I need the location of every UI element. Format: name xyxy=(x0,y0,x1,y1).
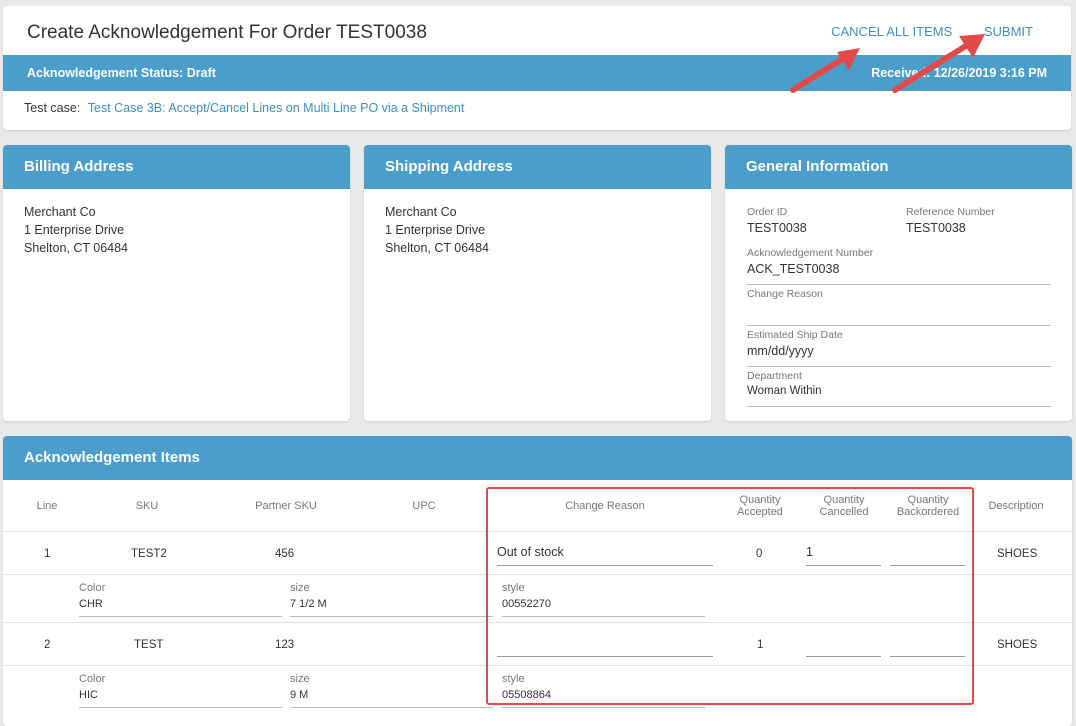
annotation-highlight-box xyxy=(486,487,974,705)
estimated-ship-date-label: Estimated Ship Date xyxy=(747,329,843,341)
reference-number-label: Reference Number xyxy=(906,206,995,218)
column-header-line: Line xyxy=(36,500,58,512)
page-title: Create Acknowledgement For Order TEST003… xyxy=(27,22,427,43)
order-id-label: Order ID xyxy=(747,206,788,218)
shipping-line: Shelton, CT 06484 xyxy=(385,241,490,255)
test-case-row: Test case: Test Case 3B: Accept/Cancel L… xyxy=(24,101,464,115)
estimated-ship-date-field[interactable]: Estimated Ship Date mm/dd/yyyy xyxy=(747,329,1051,367)
row1-sku: TEST2 xyxy=(131,548,167,560)
shipping-line: Merchant Co xyxy=(385,205,457,219)
billing-address-title: Billing Address xyxy=(3,145,350,189)
change-reason-field[interactable]: Change Reason xyxy=(747,288,1051,326)
column-header-partner-sku: Partner SKU xyxy=(255,500,317,512)
acknowledgement-status: Acknowledgement Status: Draft xyxy=(27,66,216,80)
row1-color-label: Color xyxy=(79,582,106,594)
row2-size-value[interactable]: 9 M xyxy=(290,689,493,708)
shipping-line: 1 Enterprise Drive xyxy=(385,223,486,237)
billing-address: Merchant Co 1 Enterprise Drive Shelton, … xyxy=(3,189,350,271)
billing-line: 1 Enterprise Drive xyxy=(24,223,125,237)
row2-size-label: size xyxy=(290,673,310,685)
change-reason-label: Change Reason xyxy=(747,288,823,300)
row2-partner-sku: 123 xyxy=(275,639,295,651)
test-case-link[interactable]: Test Case 3B: Accept/Cancel Lines on Mul… xyxy=(88,101,465,115)
billing-address-card: Billing Address Merchant Co 1 Enterprise… xyxy=(3,145,350,421)
department-value[interactable]: Woman Within xyxy=(747,385,1051,397)
row2-color-label: Color xyxy=(79,673,106,685)
row1-size-value[interactable]: 7 1/2 M xyxy=(290,598,493,617)
row2-color-value[interactable]: HIC xyxy=(79,689,282,708)
shipping-address-title: Shipping Address xyxy=(364,145,711,189)
reference-number-value: TEST0038 xyxy=(906,221,966,235)
shipping-address: Merchant Co 1 Enterprise Drive Shelton, … xyxy=(364,189,711,271)
acknowledgement-number-input[interactable]: ACK_TEST0038 xyxy=(747,262,1051,276)
estimated-ship-date-input[interactable]: mm/dd/yyyy xyxy=(747,344,1051,358)
annotation-arrow-submit xyxy=(892,34,985,93)
row1-line: 1 xyxy=(44,548,51,560)
row1-size-label: size xyxy=(290,582,310,594)
row2-sku: TEST xyxy=(134,639,164,651)
column-header-upc: UPC xyxy=(412,500,436,512)
acknowledgement-number-field[interactable]: Acknowledgement Number ACK_TEST0038 xyxy=(747,247,1051,285)
row2-line: 2 xyxy=(44,639,51,651)
billing-line: Merchant Co xyxy=(24,205,96,219)
annotation-arrow-cancel xyxy=(790,48,860,93)
column-header-description: Description xyxy=(988,500,1044,512)
general-information-card: General Information Order ID TEST0038 Re… xyxy=(725,145,1072,421)
general-information-title: General Information xyxy=(725,145,1072,189)
row1-color-value[interactable]: CHR xyxy=(79,598,282,617)
row1-description: SHOES xyxy=(997,548,1038,560)
reference-number-field: Reference Number TEST0038 xyxy=(906,206,995,235)
billing-line: Shelton, CT 06484 xyxy=(24,241,129,255)
row2-description: SHOES xyxy=(997,639,1038,651)
acknowledgement-items-title: Acknowledgement Items xyxy=(3,436,1072,480)
column-header-sku: SKU xyxy=(135,500,159,512)
order-id-field: Order ID TEST0038 xyxy=(747,206,807,235)
row1-partner-sku: 456 xyxy=(275,548,295,560)
order-id-value: TEST0038 xyxy=(747,221,807,235)
test-case-label: Test case: xyxy=(24,101,81,115)
shipping-address-card: Shipping Address Merchant Co 1 Enterpris… xyxy=(364,145,711,421)
department-field[interactable]: Department Woman Within xyxy=(747,370,1051,407)
acknowledgement-number-label: Acknowledgement Number xyxy=(747,247,874,259)
department-label: Department xyxy=(747,370,802,382)
